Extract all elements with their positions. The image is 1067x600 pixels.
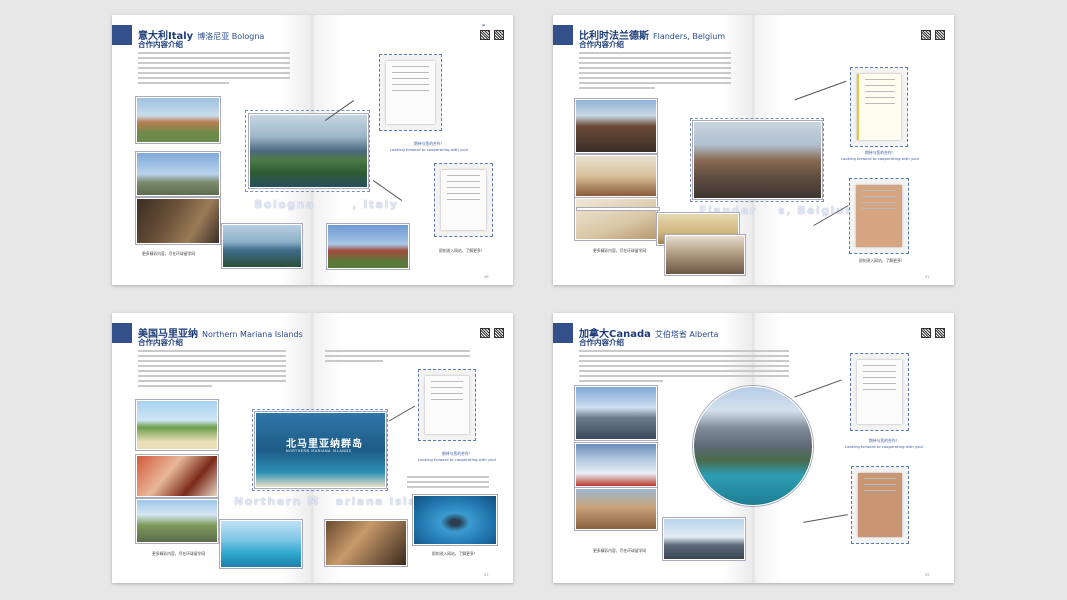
photo-palm-beach bbox=[136, 400, 218, 450]
page-number: 55 bbox=[925, 573, 930, 577]
photo-palace bbox=[136, 97, 220, 143]
cooperation-caption: 期待与您的合作！ Looking forward to cooperating w… bbox=[841, 150, 920, 161]
poster-subtitle: NORTHERN MARIANA ISLANDS bbox=[286, 449, 352, 453]
city-watermark: Bologna , Italy bbox=[254, 198, 399, 211]
right-note: 即刻进入网站，了解更多！ bbox=[859, 258, 905, 263]
poster-title: 北马里亚纳群岛 bbox=[286, 439, 363, 450]
connector-line bbox=[794, 379, 842, 398]
qr-code bbox=[494, 30, 504, 40]
title-block bbox=[553, 323, 573, 343]
photo-castle bbox=[327, 224, 409, 269]
title-block bbox=[112, 25, 132, 45]
qr-code bbox=[921, 328, 931, 338]
page-number: 49 bbox=[484, 275, 489, 279]
photo-mountains bbox=[575, 386, 657, 440]
photo-facade bbox=[575, 198, 657, 240]
right-note: 即刻进入网站，了解更多！ bbox=[439, 248, 485, 253]
photo-cathedral bbox=[665, 235, 745, 275]
brochure-spread-mariana: 美国马里亚纳 Northern Mariana Islands 合作内容介绍 更多… bbox=[112, 313, 513, 583]
qr-code bbox=[494, 328, 504, 338]
title-block bbox=[553, 25, 573, 45]
qr-code bbox=[935, 30, 945, 40]
photo-manta bbox=[413, 495, 497, 545]
certificate-document bbox=[849, 178, 909, 254]
connector-line bbox=[794, 80, 847, 101]
body-text bbox=[407, 476, 489, 491]
page-number: 51 bbox=[925, 275, 930, 279]
page-number: 53 bbox=[484, 573, 489, 577]
photo-bruges bbox=[575, 155, 657, 197]
title-block bbox=[112, 323, 132, 343]
spread-subtitle: 合作内容介绍 bbox=[138, 40, 183, 49]
connector-line bbox=[803, 514, 848, 523]
body-text bbox=[138, 52, 290, 87]
body-text bbox=[579, 52, 731, 92]
photo-city bbox=[663, 518, 745, 560]
photo-monument bbox=[136, 152, 220, 196]
photo-lake bbox=[222, 224, 302, 268]
certificate-document bbox=[850, 67, 908, 147]
photo-lagoon bbox=[220, 520, 302, 568]
poster-mariana: 北马里亚纳群岛 NORTHERN MARIANA ISLANDS bbox=[255, 412, 386, 488]
left-note: 更多精彩内容，尽在环球留学网 bbox=[152, 551, 206, 556]
certificate-document bbox=[379, 54, 442, 131]
qr-code bbox=[480, 328, 490, 338]
spread-subtitle: 合作内容介绍 bbox=[579, 40, 624, 49]
qr-code bbox=[480, 30, 490, 40]
header-mark: ▬ bbox=[482, 23, 486, 27]
certificate-document bbox=[851, 466, 909, 544]
photo-island-villa bbox=[249, 114, 368, 188]
photo-canyon bbox=[575, 488, 657, 530]
brochure-spread-italy: 意大利Italy 博洛尼亚 Bologna 合作内容介绍 ▬ 更多精彩内容，尽在环… bbox=[112, 15, 513, 285]
photo-skier bbox=[575, 443, 657, 487]
photo-road bbox=[136, 499, 218, 543]
body-text bbox=[325, 350, 470, 365]
left-note: 更多精彩内容，尽在环球留学网 bbox=[142, 251, 196, 256]
photo-chocolate bbox=[577, 208, 659, 210]
brochure-spread-flanders: 比利时法兰德斯 Flanders, Belgium 合作内容介绍 更多精彩内容，尽… bbox=[553, 15, 954, 285]
photo-food bbox=[136, 455, 218, 497]
brochure-spread-canada: 加拿大Canada 艾伯塔省 Alberta 合作内容介绍 更多精彩内容，尽在环球… bbox=[553, 313, 954, 583]
photo-street bbox=[575, 99, 657, 153]
body-text bbox=[138, 350, 286, 390]
certificate-document bbox=[850, 353, 909, 431]
left-note: 更多精彩内容，尽在环球留学网 bbox=[593, 248, 647, 253]
photo-seafood bbox=[325, 520, 407, 566]
photo-ghent bbox=[693, 121, 822, 199]
spread-subtitle: 合作内容介绍 bbox=[138, 338, 183, 347]
cooperation-caption: 期待与您的合作！ Looking forward to cooperating w… bbox=[845, 438, 924, 449]
photo-moraine-lake bbox=[693, 386, 813, 506]
qr-code bbox=[921, 30, 931, 40]
right-note: 即刻进入网站，了解更多！ bbox=[432, 551, 478, 556]
left-note: 更多精彩内容，尽在环球留学网 bbox=[593, 548, 647, 553]
cooperation-caption: 期待与您的合作！ Looking forward to cooperating w… bbox=[418, 451, 497, 462]
photo-interior bbox=[136, 198, 220, 244]
certificate-document bbox=[418, 369, 476, 441]
certificate-document bbox=[434, 163, 493, 237]
body-text bbox=[579, 350, 789, 385]
qr-code bbox=[935, 328, 945, 338]
connector-line bbox=[388, 405, 416, 422]
cooperation-caption: 期待与您的合作！ Looking forward to cooperating w… bbox=[390, 141, 469, 152]
spread-subtitle: 合作内容介绍 bbox=[579, 338, 624, 347]
